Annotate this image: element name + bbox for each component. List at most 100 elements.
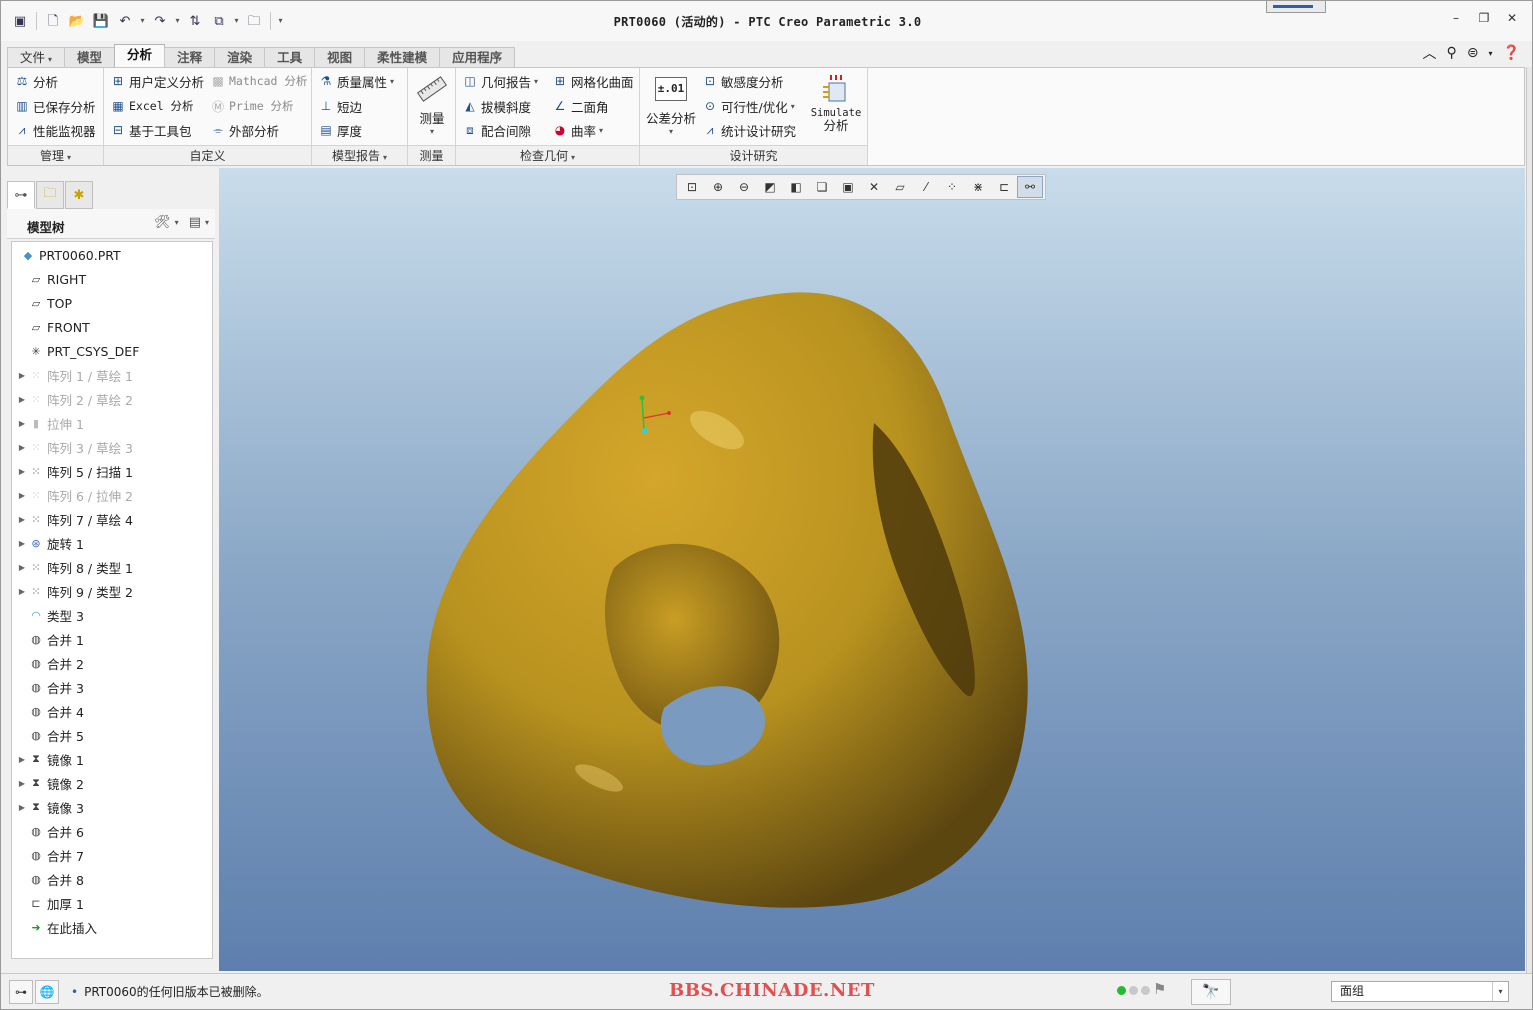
tree-node[interactable]: ▱ TOP: [12, 291, 72, 315]
tree-node[interactable]: ▶ ⁙ 阵列 6 / 拉伸 2: [12, 483, 133, 507]
collapse-ribbon-icon[interactable]: ︿: [1423, 43, 1437, 63]
floating-mini-bar[interactable]: [1266, 1, 1326, 13]
tree-settings-icon[interactable]: 🛠: [154, 215, 171, 230]
tree-node[interactable]: ◠ 类型 3: [12, 603, 84, 627]
expand-arrow-icon[interactable]: ▶: [16, 395, 28, 404]
tree-node[interactable]: ◍ 合并 6: [12, 819, 84, 843]
tab-applications[interactable]: 应用程序: [439, 47, 516, 67]
short-edge-button[interactable]: ⊥ 短边: [318, 95, 362, 117]
user-defined-analysis-button[interactable]: ⊞ 用户定义分析: [110, 70, 204, 92]
tree-node[interactable]: ▶ ⁙ 阵列 9 / 类型 2: [12, 579, 133, 603]
tree-node[interactable]: ▱ RIGHT: [12, 267, 86, 291]
expand-arrow-icon[interactable]: ▶: [16, 371, 28, 380]
flag-icon[interactable]: ⚑: [1153, 980, 1166, 998]
expand-arrow-icon[interactable]: ▶: [16, 419, 28, 428]
tree-node[interactable]: ◍ 合并 1: [12, 627, 84, 651]
expand-arrow-icon[interactable]: ▶: [16, 443, 28, 452]
solid-body[interactable]: [426, 292, 1028, 908]
folder-browser-tab-icon[interactable]: 🗀: [36, 181, 64, 209]
find-binoculars-icon[interactable]: 🔭: [1191, 979, 1231, 1005]
group-manage-label[interactable]: 管理 ▾: [8, 145, 103, 165]
tree-node[interactable]: ◍ 合并 8: [12, 867, 84, 891]
tab-render[interactable]: 渲染: [214, 47, 266, 67]
feasibility-optimization-button[interactable]: ⊙ 可行性/优化 ▾: [702, 95, 795, 117]
excel-analysis-button[interactable]: ▦ Excel 分析: [110, 95, 193, 117]
thickness-button[interactable]: ▤ 厚度: [318, 119, 362, 141]
search-icon[interactable]: ⚲: [1447, 45, 1457, 61]
mesh-surface-button[interactable]: ⊞ 网格化曲面: [552, 70, 634, 92]
simulate-analysis-button[interactable]: Simulate 分析: [806, 72, 866, 132]
group-inspect-label[interactable]: 检查几何 ▾: [456, 145, 639, 165]
tab-tools[interactable]: 工具: [264, 47, 316, 67]
tree-node[interactable]: ◍ 合并 7: [12, 843, 84, 867]
curvature-button[interactable]: ◕ 曲率 ▾: [552, 119, 603, 141]
tab-analysis[interactable]: 分析: [114, 44, 166, 67]
group-model-report: ⚗ 质量属性 ▾ ⊥ 短边 ▤ 厚度 模型报告 ▾: [312, 68, 408, 165]
expand-arrow-icon[interactable]: ▶: [16, 779, 28, 788]
tree-node[interactable]: ✳ PRT_CSYS_DEF: [12, 339, 139, 363]
performance-monitor-button[interactable]: ⩘ 性能监视器: [14, 119, 96, 141]
tree-node[interactable]: ▶ ⁙ 阵列 8 / 类型 1: [12, 555, 133, 579]
tab-flexible-modeling[interactable]: 柔性建模: [364, 47, 441, 67]
community-dropdown-icon[interactable]: ▾: [1489, 49, 1493, 58]
tree-node[interactable]: ◍ 合并 5: [12, 723, 84, 747]
toolkit-button[interactable]: ⊟ 基于工具包: [110, 119, 192, 141]
tree-node[interactable]: ▱ FRONT: [12, 315, 90, 339]
draft-button[interactable]: ◭ 拔模斜度: [462, 95, 531, 117]
expand-arrow-icon[interactable]: ▶: [16, 803, 28, 812]
graphics-viewport[interactable]: ⊡ ⊕ ⊖ ◩ ◧ ❏ ▣ ✕ ▱ ⁄ ⁘ ⋇ ⊏ ⚯: [219, 168, 1525, 971]
geometry-report-button[interactable]: ◫ 几何报告 ▾: [462, 70, 538, 92]
statistical-design-button[interactable]: ⩘ 统计设计研究: [702, 119, 796, 141]
tree-node[interactable]: ▶ ⧗ 镜像 2: [12, 771, 84, 795]
tree-node[interactable]: ◍ 合并 4: [12, 699, 84, 723]
tree-show-dropdown-icon[interactable]: ▾: [205, 218, 209, 227]
tree-node[interactable]: ▶ ⁙ 阵列 1 / 草绘 1: [12, 363, 133, 387]
tab-annotate[interactable]: 注释: [164, 47, 216, 67]
external-analysis-button[interactable]: ⌯ 外部分析: [210, 119, 279, 141]
mass-properties-button[interactable]: ⚗ 质量属性 ▾: [318, 70, 394, 92]
tab-model[interactable]: 模型: [64, 47, 116, 67]
favorites-tab-icon[interactable]: ✱: [65, 181, 93, 209]
tree-node[interactable]: ◆ PRT0060.PRT: [12, 243, 121, 267]
model-tree-tab-icon[interactable]: ⊶: [7, 181, 35, 209]
expand-arrow-icon[interactable]: ▶: [16, 515, 28, 524]
dihedral-angle-button[interactable]: ∠ 二面角: [552, 95, 609, 117]
analysis-button[interactable]: ⚖ 分析: [14, 70, 58, 92]
expand-arrow-icon[interactable]: ▶: [16, 755, 28, 764]
tolerance-analysis-button[interactable]: ±.01 公差分析 ▾: [644, 72, 698, 136]
tree-node[interactable]: ▶ ⁙ 阵列 3 / 草绘 3: [12, 435, 133, 459]
tree-node[interactable]: ◍ 合并 3: [12, 675, 84, 699]
tree-settings-dropdown-icon[interactable]: ▾: [175, 218, 179, 227]
tree-show-icon[interactable]: ▤: [189, 215, 201, 230]
tab-view[interactable]: 视图: [314, 47, 366, 67]
expand-arrow-icon[interactable]: ▶: [16, 563, 28, 572]
tree-node[interactable]: ▶ ⧗ 镜像 3: [12, 795, 84, 819]
clearance-button[interactable]: ⧈ 配合间隙: [462, 119, 531, 141]
maximize-button[interactable]: ❐: [1476, 9, 1492, 27]
tree-node[interactable]: ⊏ 加厚 1: [12, 891, 84, 915]
community-icon[interactable]: ⊜: [1467, 45, 1479, 61]
navigator-toggle-icon[interactable]: ⊶: [9, 980, 33, 1004]
help-icon[interactable]: ❓: [1503, 45, 1520, 61]
measure-button[interactable]: 测量 ▾: [413, 72, 451, 136]
expand-arrow-icon[interactable]: ▶: [16, 587, 28, 596]
tree-node[interactable]: ◍ 合并 2: [12, 651, 84, 675]
tab-file[interactable]: 文件 ▾: [7, 47, 66, 67]
sensitivity-analysis-button[interactable]: ⊡ 敏感度分析: [702, 70, 784, 92]
group-model-report-label[interactable]: 模型报告 ▾: [312, 145, 407, 165]
expand-arrow-icon[interactable]: ▶: [16, 539, 28, 548]
tree-node[interactable]: ➜ 在此插入: [12, 915, 97, 939]
minimize-button[interactable]: –: [1448, 9, 1464, 27]
tree-node[interactable]: ▶ ⁙ 阵列 2 / 草绘 2: [12, 387, 133, 411]
selection-filter-select[interactable]: 面组 ▾: [1331, 981, 1509, 1002]
close-button[interactable]: ✕: [1504, 9, 1520, 27]
browser-toggle-icon[interactable]: 🌐: [35, 980, 59, 1004]
expand-arrow-icon[interactable]: ▶: [16, 491, 28, 500]
tree-node[interactable]: ▶ ▮ 拉伸 1: [12, 411, 84, 435]
tree-node[interactable]: ▶ ⧗ 镜像 1: [12, 747, 84, 771]
saved-analysis-button[interactable]: ▥ 已保存分析: [14, 95, 95, 117]
tree-node[interactable]: ▶ ⁙ 阵列 7 / 草绘 4: [12, 507, 133, 531]
tree-node[interactable]: ▶ ⁙ 阵列 5 / 扫描 1: [12, 459, 133, 483]
expand-arrow-icon[interactable]: ▶: [16, 467, 28, 476]
tree-node[interactable]: ▶ ⊛ 旋转 1: [12, 531, 84, 555]
